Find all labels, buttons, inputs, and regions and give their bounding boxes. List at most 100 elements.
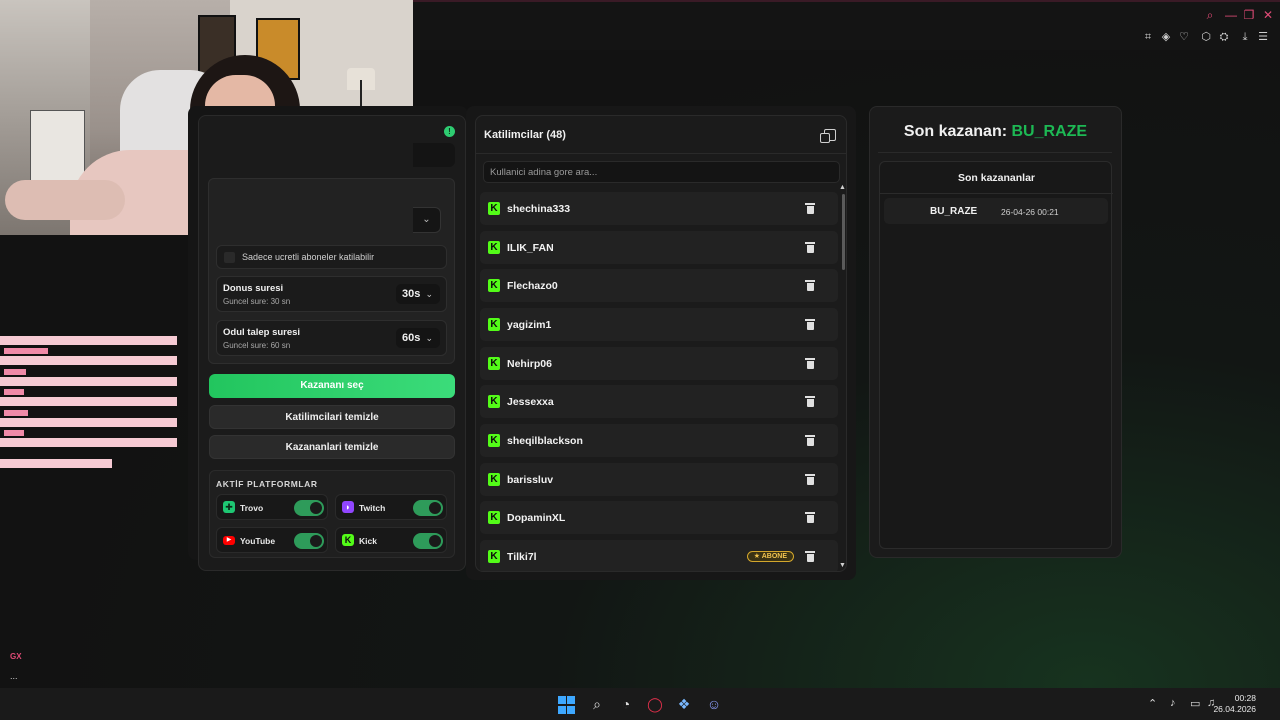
- kick-icon: K: [488, 241, 500, 254]
- download-icon[interactable]: ⤓: [1239, 31, 1251, 43]
- trash-icon[interactable]: [805, 512, 816, 523]
- last-winner-label: Son kazanan:: [903, 123, 1012, 140]
- chat-line: [0, 418, 177, 427]
- participant-name: Nehirp06: [507, 358, 552, 370]
- trash-icon[interactable]: [805, 319, 816, 330]
- return-time-select[interactable]: 30s ⌄: [396, 284, 440, 304]
- divider: [878, 152, 1112, 153]
- trash-icon[interactable]: [805, 280, 816, 291]
- toggle-knob: [429, 535, 441, 547]
- platform-name: Trovo: [240, 503, 264, 513]
- restore-icon[interactable]: ❐: [1242, 8, 1256, 22]
- twitch-toggle[interactable]: [413, 500, 443, 516]
- gx-sidebar-label[interactable]: GX: [10, 652, 22, 661]
- app-icon[interactable]: ◔: [617, 695, 635, 713]
- trash-icon[interactable]: [805, 551, 816, 562]
- close-icon[interactable]: ✕: [1261, 8, 1275, 22]
- last-winner-name: BU_RAZE: [1011, 123, 1088, 140]
- microphone-icon[interactable]: ♪: [1170, 697, 1176, 709]
- pocket-icon[interactable]: ◈: [1160, 31, 1172, 43]
- search-icon[interactable]: ⌕: [1203, 8, 1217, 22]
- platform-name: Kick: [359, 536, 377, 546]
- chat-line: [0, 459, 112, 468]
- participant-name: yagizim1: [507, 319, 552, 331]
- kick-toggle[interactable]: [413, 533, 443, 549]
- scrollbar-thumb[interactable]: [842, 194, 845, 270]
- minimize-icon[interactable]: —: [1224, 8, 1238, 22]
- participant-row: K Tilki7l ★ ABONE: [480, 540, 838, 571]
- clear-participants-button[interactable]: Katilimcilari temizle: [209, 405, 455, 429]
- participant-name: DopaminXL: [507, 512, 566, 524]
- more-icon[interactable]: ...: [10, 671, 18, 681]
- kick-icon: K: [342, 534, 354, 546]
- platform-trovo: ✚ Trovo: [216, 494, 328, 520]
- participants-panel: Katilimcilar (48) K shechina333 K ILIK_F…: [475, 115, 847, 572]
- kick-icon: K: [488, 550, 500, 563]
- discord-icon[interactable]: ☺: [705, 695, 723, 713]
- taskbar: ⌕ ◔ ◯ ❖ ☺ ⌃ ♪ ▭ ♫ 00:28 26.04.2026: [0, 688, 1280, 720]
- menu-icon[interactable]: ☰: [1257, 31, 1269, 43]
- participant-name: Jessexxa: [507, 396, 554, 408]
- participant-row: K shechina333: [480, 192, 838, 225]
- snapshot-icon[interactable]: ⌗: [1142, 31, 1154, 43]
- chat-line: [0, 438, 177, 447]
- participant-row: K Flechazo0: [480, 269, 838, 302]
- participant-row: K yagizim1: [480, 308, 838, 341]
- subscriber-only-checkbox[interactable]: [224, 252, 235, 263]
- copy-icon[interactable]: [820, 129, 836, 143]
- participant-row: K ILIK_FAN: [480, 231, 838, 264]
- chat-user-tag: [4, 389, 24, 395]
- opera-gx-icon[interactable]: ◯: [646, 695, 664, 713]
- pick-winner-button[interactable]: Kazananı seç: [209, 374, 455, 398]
- divider: [880, 193, 1113, 194]
- status-badge: !: [444, 126, 455, 137]
- account-icon[interactable]: ⛭: [1218, 31, 1230, 43]
- chat-line: [0, 397, 177, 406]
- kick-icon: K: [488, 357, 500, 370]
- trash-icon[interactable]: [805, 435, 816, 446]
- divider: [476, 153, 846, 154]
- chat-user-tag: [4, 410, 28, 416]
- setting-subtitle: Guncel sure: 60 sn: [223, 341, 291, 350]
- participant-row: K Nehirp06: [480, 347, 838, 380]
- chat-line: [0, 377, 177, 386]
- subscriber-only-option[interactable]: Sadece ucretli aboneler katilabilir: [216, 245, 447, 269]
- trash-icon[interactable]: [805, 396, 816, 407]
- trash-icon[interactable]: [805, 474, 816, 485]
- extensions-icon[interactable]: ⬡: [1200, 31, 1212, 43]
- kick-icon: K: [488, 511, 500, 524]
- youtube-icon: ▶: [223, 536, 235, 545]
- winner-name: BU_RAZE: [930, 206, 978, 217]
- participant-row: K sheqilblackson: [480, 424, 838, 457]
- trash-icon[interactable]: [805, 358, 816, 369]
- toggle-knob: [310, 535, 322, 547]
- heart-icon[interactable]: ♡: [1178, 31, 1190, 43]
- scroll-up-icon[interactable]: ▲: [839, 184, 846, 191]
- select-value: 60s: [402, 332, 421, 344]
- trash-icon[interactable]: [805, 242, 816, 253]
- kick-icon: K: [488, 279, 500, 292]
- chat-user-tag: [4, 369, 26, 375]
- text-field[interactable]: [413, 143, 455, 167]
- scroll-down-icon[interactable]: ▼: [839, 562, 846, 569]
- setting-title: Odul talep suresi: [223, 327, 301, 338]
- setting-subtitle: Guncel sure: 30 sn: [223, 297, 291, 306]
- clear-winners-button[interactable]: Kazananlari temizle: [209, 435, 455, 459]
- search-icon[interactable]: ⌕: [588, 695, 606, 713]
- display-icon[interactable]: ▭: [1190, 697, 1200, 710]
- youtube-toggle[interactable]: [294, 533, 324, 549]
- trash-icon[interactable]: [805, 203, 816, 214]
- platform-kick: K Kick: [335, 527, 447, 553]
- network-app-icon[interactable]: ❖: [675, 695, 693, 713]
- chat-line: [0, 356, 177, 365]
- claim-time-select[interactable]: 60s ⌄: [396, 328, 440, 348]
- system-clock[interactable]: 00:28 26.04.2026: [1213, 693, 1256, 715]
- chevron-up-icon[interactable]: ⌃: [1148, 697, 1157, 710]
- chevron-down-icon[interactable]: ⌄: [413, 207, 441, 233]
- platforms-heading: AKTİF PLATFORMLAR: [216, 479, 318, 489]
- trovo-icon: ✚: [223, 501, 235, 513]
- windows-start-icon[interactable]: [558, 696, 576, 714]
- participant-search-input[interactable]: [483, 161, 840, 183]
- trovo-toggle[interactable]: [294, 500, 324, 516]
- participant-name: barissluv: [507, 474, 554, 486]
